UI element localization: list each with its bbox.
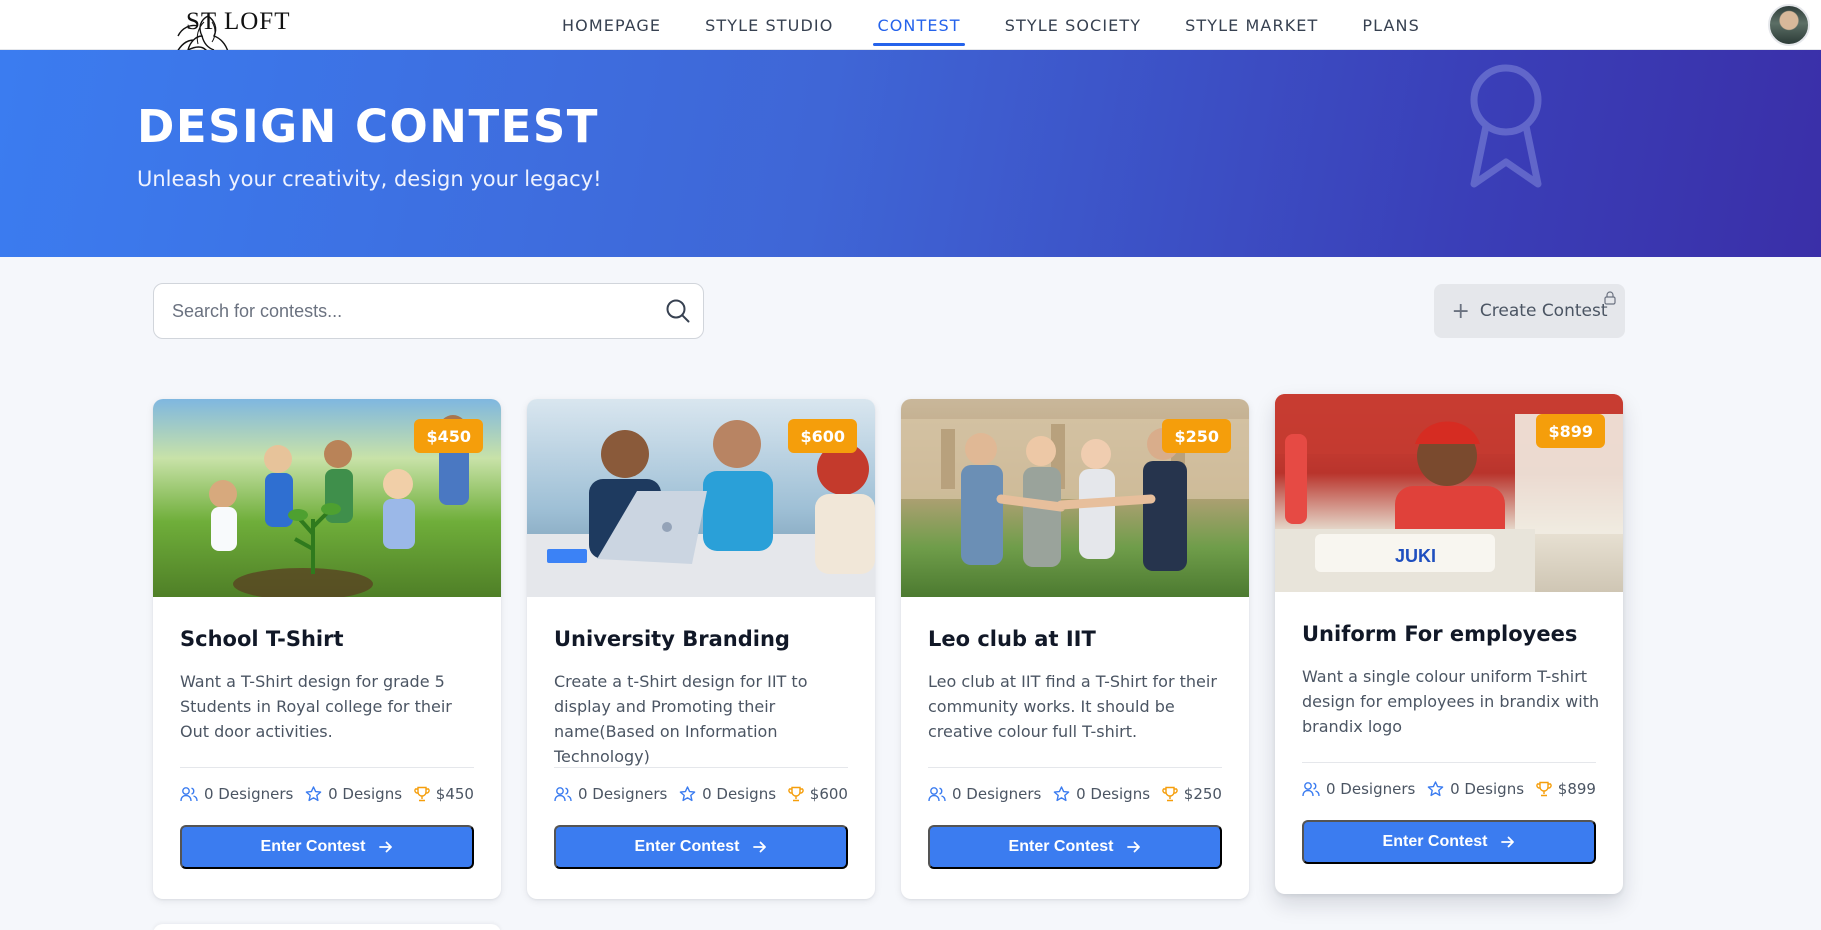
lock-icon — [1604, 291, 1616, 305]
enter-contest-label: Enter Contest — [1382, 833, 1488, 850]
enter-contest-label: Enter Contest — [634, 838, 740, 855]
nav-style-market[interactable]: STYLE MARKET — [1163, 0, 1340, 50]
arrow-right-icon — [379, 841, 393, 853]
contest-title: University Branding — [554, 627, 790, 651]
nav-style-society[interactable]: STYLE SOCIETY — [983, 0, 1163, 50]
hero-banner: DESIGN CONTEST Unleash your creativity, … — [0, 50, 1821, 257]
nav-plans[interactable]: PLANS — [1340, 0, 1442, 50]
star-icon — [679, 786, 696, 802]
divider — [928, 767, 1222, 768]
contest-card: $600 University Branding Create a t-Shir… — [527, 399, 875, 899]
next-row-card-edge — [153, 924, 501, 930]
designers-stat: 0 Designers — [1302, 780, 1415, 798]
nav-homepage[interactable]: HOMEPAGE — [540, 0, 683, 50]
contest-description: Want a T-Shirt design for grade 5 Studen… — [180, 672, 452, 741]
create-contest-button[interactable]: + Create Contest — [1434, 284, 1625, 338]
designs-count: 0 Designs — [1450, 780, 1525, 798]
reward-stat: $899 — [1536, 780, 1596, 798]
contest-stats: 0 Designers 0 Designs $250 — [928, 782, 1222, 806]
enter-contest-label: Enter Contest — [1008, 838, 1114, 855]
divider — [554, 767, 848, 768]
main-nav: HOMEPAGE STYLE STUDIO CONTEST STYLE SOCI… — [540, 0, 1442, 50]
award-ribbon-icon — [1470, 64, 1542, 188]
prize-badge: $600 — [788, 419, 857, 453]
reward-amount: $450 — [435, 785, 474, 803]
contest-card: $250 Leo club at IIT Leo club at IIT fin… — [901, 399, 1249, 899]
star-icon — [1427, 781, 1444, 797]
designers-stat: 0 Designers — [928, 785, 1041, 803]
reward-stat: $600 — [788, 785, 848, 803]
trophy-icon — [414, 786, 430, 802]
designers-stat: 0 Designers — [180, 785, 293, 803]
prize-badge: $899 — [1536, 414, 1605, 448]
contest-image: JUKI $899 — [1275, 394, 1623, 592]
designs-stat: 0 Designs — [679, 785, 776, 803]
enter-contest-label: Enter Contest — [260, 838, 366, 855]
enter-contest-button[interactable]: Enter Contest — [554, 825, 848, 869]
designers-count: 0 Designers — [204, 785, 294, 803]
plus-icon: + — [1451, 298, 1470, 324]
designs-stat: 0 Designs — [1053, 785, 1150, 803]
arrow-right-icon — [1127, 841, 1141, 853]
reward-amount: $899 — [1557, 780, 1596, 798]
reward-stat: $250 — [1162, 785, 1222, 803]
enter-contest-button[interactable]: Enter Contest — [180, 825, 474, 869]
nav-style-studio[interactable]: STYLE STUDIO — [683, 0, 855, 50]
designers-stat: 0 Designers — [554, 785, 667, 803]
designers-count: 0 Designers — [578, 785, 668, 803]
designs-count: 0 Designs — [328, 785, 403, 803]
search-icon[interactable] — [665, 298, 691, 324]
designs-stat: 0 Designs — [305, 785, 402, 803]
designs-count: 0 Designs — [1076, 785, 1151, 803]
enter-contest-button[interactable]: Enter Contest — [928, 825, 1222, 869]
trophy-icon — [1162, 786, 1178, 802]
search-box — [153, 283, 704, 339]
divider — [180, 767, 474, 768]
reward-amount: $600 — [809, 785, 848, 803]
users-icon — [180, 787, 198, 802]
trophy-icon — [1536, 781, 1552, 797]
trophy-icon — [788, 786, 804, 802]
reward-stat: $450 — [414, 785, 474, 803]
top-navbar: ST LOFT HOMEPAGE STYLE STUDIO CONTEST ST… — [0, 0, 1821, 67]
contest-image: $450 — [153, 399, 501, 597]
contest-stats: 0 Designers 0 Designs $600 — [554, 782, 848, 806]
users-icon — [1302, 782, 1320, 797]
machine-brand-mark: JUKI — [1395, 546, 1436, 566]
logo-wordmark: ST LOFT — [186, 8, 291, 35]
prize-badge: $450 — [414, 419, 483, 453]
contest-stats: 0 Designers 0 Designs $450 — [180, 782, 474, 806]
prize-badge: $250 — [1162, 419, 1231, 453]
user-avatar[interactable] — [1768, 4, 1810, 46]
create-contest-label: Create Contest — [1479, 301, 1608, 321]
contest-card: JUKI $899 Uniform For employees Want a s… — [1275, 394, 1623, 894]
contest-title: School T-Shirt — [180, 627, 344, 651]
contest-description: Create a t-Shirt design for IIT to displ… — [554, 672, 808, 766]
divider — [1302, 762, 1596, 763]
nav-contest[interactable]: CONTEST — [855, 0, 982, 50]
search-input[interactable] — [172, 284, 642, 338]
contest-card: $450 School T-Shirt Want a T-Shirt desig… — [153, 399, 501, 899]
arrow-right-icon — [1501, 836, 1515, 848]
page-title: DESIGN CONTEST — [137, 100, 599, 153]
contest-image: $600 — [527, 399, 875, 597]
users-icon — [554, 787, 572, 802]
contest-description: Want a single colour uniform T-shirt des… — [1302, 667, 1600, 736]
star-icon — [305, 786, 322, 802]
star-icon — [1053, 786, 1070, 802]
contest-title: Uniform For employees — [1302, 622, 1578, 646]
contest-stats: 0 Designers 0 Designs $899 — [1302, 777, 1596, 801]
contest-title: Leo club at IIT — [928, 627, 1096, 651]
users-icon — [928, 787, 946, 802]
enter-contest-button[interactable]: Enter Contest — [1302, 820, 1596, 864]
designs-count: 0 Designs — [702, 785, 777, 803]
designers-count: 0 Designers — [1326, 780, 1416, 798]
arrow-right-icon — [753, 841, 767, 853]
contest-image: $250 — [901, 399, 1249, 597]
reward-amount: $250 — [1183, 785, 1222, 803]
page-subtitle: Unleash your creativity, design your leg… — [137, 167, 602, 191]
designers-count: 0 Designers — [952, 785, 1042, 803]
designs-stat: 0 Designs — [1427, 780, 1524, 798]
contest-description: Leo club at IIT find a T-Shirt for their… — [928, 672, 1217, 741]
